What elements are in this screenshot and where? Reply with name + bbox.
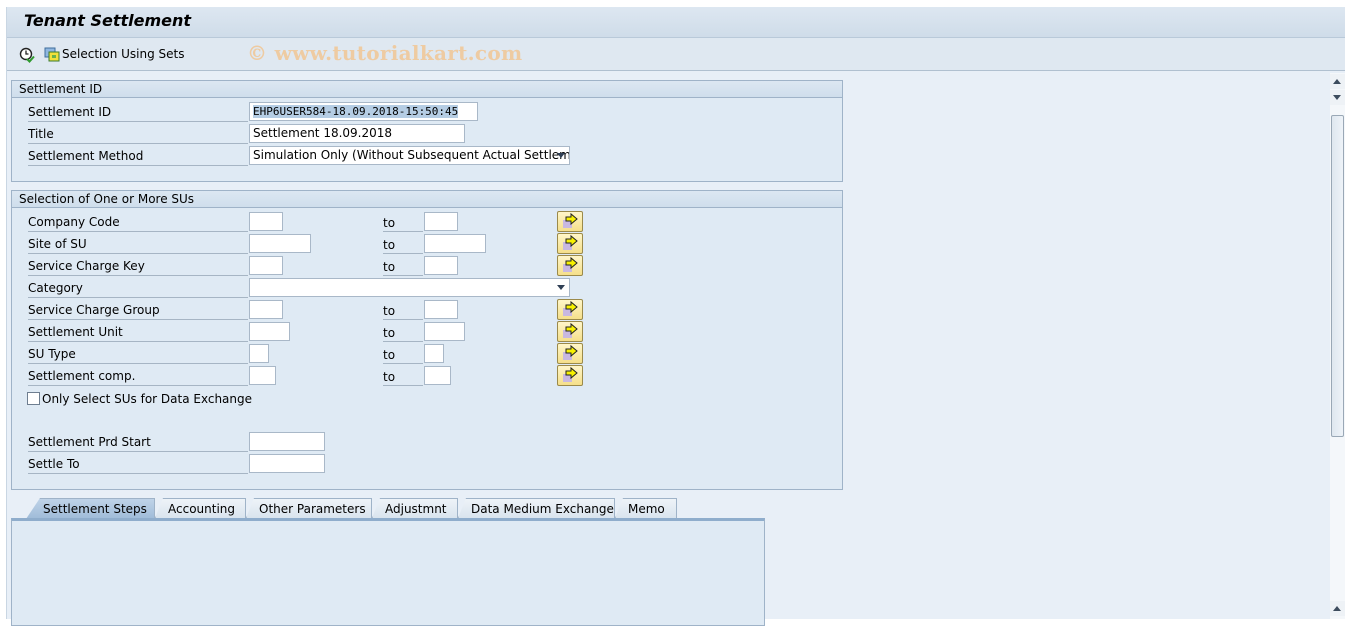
tab-data-medium-exchange[interactable]: Data Medium Exchange: [458, 498, 615, 518]
site-of-su-to-input[interactable]: [424, 234, 486, 253]
title-bar: Tenant Settlement: [7, 7, 1345, 38]
field-label: Settlement Prd Start: [28, 432, 248, 452]
site-of-su-row: Site of SU to: [12, 233, 842, 254]
sap-window: Tenant Settlement Selection Using Sets ©…: [6, 7, 1345, 626]
to-label: to: [383, 322, 423, 342]
company-code-row: Company Code to: [12, 211, 842, 232]
settlement-period-start-input[interactable]: [249, 432, 325, 451]
page-title: Tenant Settlement: [24, 11, 192, 30]
settlement-comp-to-input[interactable]: [424, 366, 451, 385]
category-row: Category: [12, 278, 842, 298]
field-label: Site of SU: [28, 234, 248, 254]
field-label: Company Code: [28, 212, 248, 232]
settlement-id-group: Settlement ID Settlement ID EHP6USER584-…: [11, 80, 843, 182]
tab-settlement-steps[interactable]: Settlement Steps: [26, 498, 155, 519]
field-label: Settle To: [28, 454, 248, 474]
company-code-to-input[interactable]: [424, 212, 458, 231]
multiple-selection-arrow-icon: [563, 234, 578, 250]
to-label: to: [383, 256, 423, 276]
field-label: Category: [28, 278, 248, 298]
to-label: to: [383, 366, 423, 386]
execute-clock-icon[interactable]: [19, 47, 35, 63]
su-type-row: SU Type to: [12, 343, 842, 364]
su-selection-group: Selection of One or More SUs Company Cod…: [11, 190, 843, 490]
watermark-text: © www.tutorialkart.com: [247, 41, 523, 65]
settlement-id-row: Settlement ID EHP6USER584-18.09.2018-15:…: [12, 102, 842, 122]
su-type-from-input[interactable]: [249, 344, 269, 363]
scrollbar-thumb[interactable]: [1331, 115, 1344, 437]
settlement-id-input[interactable]: EHP6USER584-18.09.2018-15:50:45: [249, 102, 478, 121]
settle-to-row: Settle To: [12, 454, 842, 474]
tab-memo[interactable]: Memo: [615, 498, 677, 518]
to-label: to: [383, 344, 423, 364]
vertical-scrollbar[interactable]: [1330, 73, 1345, 619]
multiple-selection-arrow-icon: [563, 366, 578, 382]
settlement-comp-row: Settlement comp. to: [12, 365, 842, 386]
multiple-selection-arrow-icon: [563, 344, 578, 360]
service-charge-key-to-input[interactable]: [424, 256, 458, 275]
multiple-selection-button[interactable]: [557, 211, 583, 232]
settlement-unit-to-input[interactable]: [424, 322, 465, 341]
scroll-up-button-bottom[interactable]: [1330, 601, 1345, 616]
service-charge-group-row: Service Charge Group to: [12, 299, 842, 320]
company-code-from-input[interactable]: [249, 212, 283, 231]
title-input[interactable]: Settlement 18.09.2018: [249, 124, 465, 143]
multiple-selection-button[interactable]: [557, 255, 583, 276]
tab-other-parameters[interactable]: Other Parameters: [246, 498, 372, 518]
service-charge-key-from-input[interactable]: [249, 256, 283, 275]
settlement-period-start-row: Settlement Prd Start: [12, 432, 842, 452]
field-label: Settlement Unit: [28, 322, 248, 342]
field-label: Service Charge Key: [28, 256, 248, 276]
group-header: Settlement ID: [12, 81, 842, 98]
field-label: Service Charge Group: [28, 300, 248, 320]
category-dropdown[interactable]: [249, 278, 570, 297]
title-row: Title Settlement 18.09.2018: [12, 124, 842, 144]
to-label: to: [383, 212, 423, 232]
settle-to-input[interactable]: [249, 454, 325, 473]
multiple-selection-arrow-icon: [563, 256, 578, 272]
service-charge-group-to-input[interactable]: [424, 300, 458, 319]
chevron-down-icon[interactable]: [557, 153, 565, 158]
tab-adjustmnt[interactable]: Adjustmnt: [372, 498, 458, 518]
multiple-selection-button[interactable]: [557, 365, 583, 386]
scroll-down-button[interactable]: [1330, 90, 1345, 105]
settlement-unit-row: Settlement Unit to: [12, 321, 842, 342]
multiple-selection-arrow-icon: [563, 300, 578, 316]
tab-content-panel: [11, 518, 765, 626]
field-label: Title: [28, 124, 248, 144]
service-charge-key-row: Service Charge Key to: [12, 255, 842, 276]
field-label: Settlement comp.: [28, 366, 248, 386]
application-toolbar: Selection Using Sets © www.tutorialkart.…: [7, 38, 1345, 71]
scroll-up-button[interactable]: [1330, 74, 1345, 89]
multiple-selection-button[interactable]: [557, 343, 583, 364]
selection-using-sets-button[interactable]: Selection Using Sets: [62, 47, 184, 61]
only-select-sus-checkbox[interactable]: [27, 392, 40, 405]
to-label: to: [383, 234, 423, 254]
field-label: Settlement ID: [28, 102, 248, 122]
settlement-method-row: Settlement Method Simulation Only (Witho…: [12, 146, 842, 166]
multiple-selection-button[interactable]: [557, 321, 583, 342]
site-of-su-from-input[interactable]: [249, 234, 311, 253]
multiple-selection-button[interactable]: [557, 299, 583, 320]
group-header: Selection of One or More SUs: [12, 191, 842, 208]
field-label: SU Type: [28, 344, 248, 364]
to-label: to: [383, 300, 423, 320]
data-exchange-checkbox-row: Only Select SUs for Data Exchange: [12, 389, 412, 409]
settlement-method-dropdown[interactable]: Simulation Only (Without Subsequent Actu…: [249, 146, 570, 165]
field-label: Settlement Method: [28, 146, 248, 166]
settlement-unit-from-input[interactable]: [249, 322, 290, 341]
chevron-down-icon[interactable]: [557, 285, 565, 290]
settlement-comp-from-input[interactable]: [249, 366, 276, 385]
su-type-to-input[interactable]: [424, 344, 444, 363]
multiple-selection-arrow-icon: [563, 322, 578, 338]
service-charge-group-from-input[interactable]: [249, 300, 283, 319]
selection-sets-icon[interactable]: [44, 47, 60, 63]
tab-accounting[interactable]: Accounting: [155, 498, 246, 518]
checkbox-label: Only Select SUs for Data Exchange: [42, 392, 253, 406]
multiple-selection-arrow-icon: [563, 212, 578, 228]
multiple-selection-button[interactable]: [557, 233, 583, 254]
